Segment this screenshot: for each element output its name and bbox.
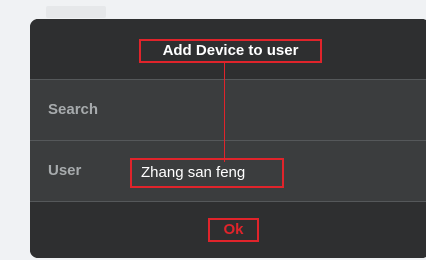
search-row: Search xyxy=(30,80,426,140)
user-label: User xyxy=(48,162,82,179)
dialog-footer: Ok xyxy=(30,202,426,258)
user-row[interactable]: User Zhang san feng xyxy=(30,141,426,201)
dialog-title: Add Device to user xyxy=(139,39,322,63)
background-page-hint xyxy=(46,6,106,18)
add-device-dialog: Add Device to user Search User Zhang san… xyxy=(30,19,426,258)
search-input[interactable] xyxy=(120,96,414,126)
annotation-connector-line xyxy=(224,63,225,162)
user-value[interactable]: Zhang san feng xyxy=(130,158,284,188)
dialog-header: Add Device to user xyxy=(30,19,426,79)
search-label: Search xyxy=(48,101,99,118)
ok-button[interactable]: Ok xyxy=(208,218,259,242)
